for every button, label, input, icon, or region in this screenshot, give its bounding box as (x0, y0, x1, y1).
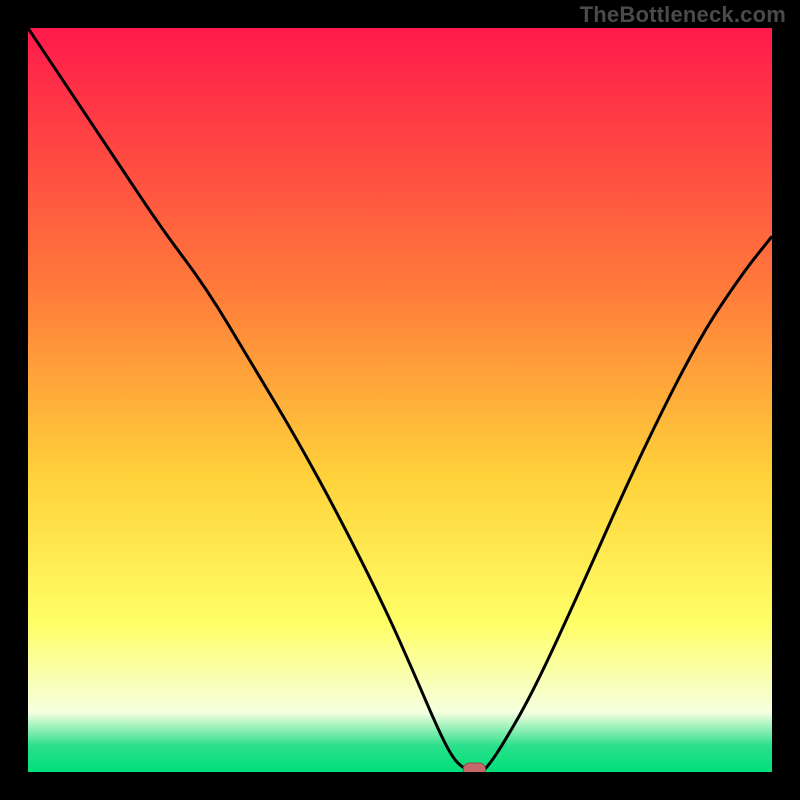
plot-area (28, 28, 772, 772)
watermark-text: TheBottleneck.com (580, 2, 786, 28)
gradient-background (28, 28, 772, 772)
optimal-marker (463, 763, 485, 772)
plot-svg (28, 28, 772, 772)
chart-frame: TheBottleneck.com (0, 0, 800, 800)
